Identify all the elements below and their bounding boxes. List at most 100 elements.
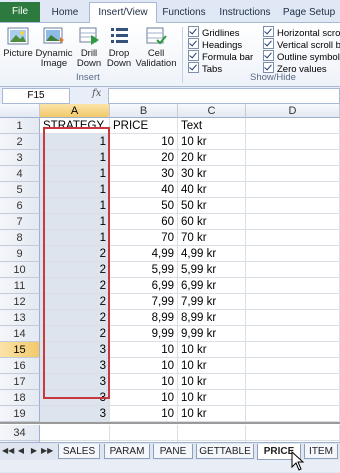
cell-b[interactable]: 10 xyxy=(110,406,178,422)
row-header[interactable]: 3 xyxy=(0,150,40,166)
next-sheet-icon[interactable]: ▶ xyxy=(28,445,40,457)
cell-b[interactable]: 20 xyxy=(110,150,178,166)
cell-c[interactable]: 10 kr xyxy=(178,342,246,358)
tab-home[interactable]: Home xyxy=(44,3,86,22)
cell-b[interactable]: 10 xyxy=(110,390,178,406)
row-header[interactable]: 12 xyxy=(0,294,40,310)
cell-b[interactable]: 60 xyxy=(110,214,178,230)
cell-a[interactable]: 2 xyxy=(40,278,110,294)
cell-a[interactable]: 3 xyxy=(40,374,110,390)
cell-c[interactable]: 8,99 kr xyxy=(178,310,246,326)
select-all-corner[interactable] xyxy=(0,104,40,118)
cell-b[interactable]: 30 xyxy=(110,166,178,182)
cell-d[interactable] xyxy=(246,326,340,342)
frozen-pane-divider[interactable] xyxy=(0,422,340,424)
cell-d[interactable] xyxy=(246,150,340,166)
cell-c[interactable]: 5,99 kr xyxy=(178,262,246,278)
cell-a[interactable]: 1 xyxy=(40,198,110,214)
cell-b[interactable]: 70 xyxy=(110,230,178,246)
headings-checkbox[interactable]: Headings xyxy=(188,38,242,51)
cell-a[interactable]: 2 xyxy=(40,294,110,310)
row-header[interactable]: 9 xyxy=(0,246,40,262)
row-header[interactable]: 17 xyxy=(0,374,40,390)
cell-a[interactable]: 1 xyxy=(40,134,110,150)
name-box[interactable]: F15 xyxy=(2,88,70,104)
tab-functions[interactable]: Functions xyxy=(158,3,210,22)
tab-insert-view[interactable]: Insert/View xyxy=(89,2,157,23)
cell-b[interactable]: 10 xyxy=(110,358,178,374)
cell-c[interactable]: 9,99 kr xyxy=(178,326,246,342)
tabs-checkbox[interactable]: Tabs xyxy=(188,62,222,75)
cell-c[interactable]: 10 kr xyxy=(178,134,246,150)
cell-c[interactable]: 10 kr xyxy=(178,390,246,406)
row-header[interactable]: 6 xyxy=(0,198,40,214)
cell-d[interactable] xyxy=(246,118,340,134)
cell-b[interactable]: 40 xyxy=(110,182,178,198)
cell-d[interactable] xyxy=(246,198,340,214)
cell-a[interactable] xyxy=(40,425,110,441)
cell-a[interactable]: 2 xyxy=(40,262,110,278)
row-header[interactable]: 1 xyxy=(0,118,40,134)
cell-c[interactable]: 50 kr xyxy=(178,198,246,214)
row-header[interactable]: 14 xyxy=(0,326,40,342)
cell-d[interactable] xyxy=(246,390,340,406)
cell-b[interactable]: PRICE xyxy=(110,118,178,134)
cell-d[interactable] xyxy=(246,230,340,246)
cell-b[interactable]: 7,99 xyxy=(110,294,178,310)
cell-b[interactable]: 10 xyxy=(110,134,178,150)
row-header[interactable]: 5 xyxy=(0,182,40,198)
sheet-tab-item[interactable]: ITEM xyxy=(304,444,338,459)
fx-icon[interactable]: fx xyxy=(92,88,101,99)
dynamic-image-button[interactable]: Dynamic Image xyxy=(35,25,73,69)
cell-d[interactable] xyxy=(246,374,340,390)
cell-d[interactable] xyxy=(246,278,340,294)
cell-d[interactable] xyxy=(246,425,340,441)
prev-sheet-icon[interactable]: ◀ xyxy=(15,445,27,457)
cell-a[interactable]: 3 xyxy=(40,406,110,422)
cell-c[interactable]: 20 kr xyxy=(178,150,246,166)
cell-c[interactable]: 7,99 kr xyxy=(178,294,246,310)
cell-c[interactable]: 4,99 kr xyxy=(178,246,246,262)
tab-page-setup[interactable]: Page Setup xyxy=(280,3,338,22)
cell-c[interactable]: 30 kr xyxy=(178,166,246,182)
cell-d[interactable] xyxy=(246,406,340,422)
vertical-scroll-checkbox[interactable]: Vertical scroll ba xyxy=(263,38,340,51)
cell-a[interactable]: 1 xyxy=(40,230,110,246)
row-header[interactable]: 2 xyxy=(0,134,40,150)
cell-b[interactable]: 50 xyxy=(110,198,178,214)
cell-d[interactable] xyxy=(246,166,340,182)
drop-down-button[interactable]: Drop Down xyxy=(104,25,134,69)
cell-a[interactable]: 1 xyxy=(40,182,110,198)
outline-symbols-checkbox[interactable]: Outline symbols xyxy=(263,50,340,63)
cell-b[interactable]: 8,99 xyxy=(110,310,178,326)
cell-b[interactable]: 5,99 xyxy=(110,262,178,278)
first-sheet-icon[interactable]: ◀◀ xyxy=(2,445,14,457)
picture-button[interactable]: Picture xyxy=(2,25,34,59)
cell-c[interactable]: 70 kr xyxy=(178,230,246,246)
formula-bar-checkbox[interactable]: Formula bar xyxy=(188,50,253,63)
tab-instructions[interactable]: Instructions xyxy=(214,3,276,22)
cell-b[interactable]: 4,99 xyxy=(110,246,178,262)
cell-a[interactable]: 2 xyxy=(40,310,110,326)
cell-a[interactable]: STRATEGY xyxy=(40,118,110,134)
cell-a[interactable]: 2 xyxy=(40,246,110,262)
sheet-tab-param[interactable]: PARAM xyxy=(104,444,150,459)
row-header[interactable]: 11 xyxy=(0,278,40,294)
cell-a[interactable]: 3 xyxy=(40,390,110,406)
cell-d[interactable] xyxy=(246,262,340,278)
row-header[interactable]: 15 xyxy=(0,342,40,358)
row-header[interactable]: 10 xyxy=(0,262,40,278)
row-header[interactable]: 19 xyxy=(0,406,40,422)
cell-b[interactable]: 10 xyxy=(110,342,178,358)
cell-d[interactable] xyxy=(246,310,340,326)
cell-d[interactable] xyxy=(246,182,340,198)
horizontal-scroll-checkbox[interactable]: Horizontal scroll xyxy=(263,26,340,39)
cell-a[interactable]: 3 xyxy=(40,342,110,358)
tab-file[interactable]: File xyxy=(0,2,40,22)
row-header[interactable]: 8 xyxy=(0,230,40,246)
cell-b[interactable] xyxy=(110,425,178,441)
column-header-a[interactable]: A xyxy=(40,104,110,118)
formula-input[interactable] xyxy=(108,88,340,104)
row-header[interactable]: 16 xyxy=(0,358,40,374)
cell-c[interactable]: 6,99 kr xyxy=(178,278,246,294)
